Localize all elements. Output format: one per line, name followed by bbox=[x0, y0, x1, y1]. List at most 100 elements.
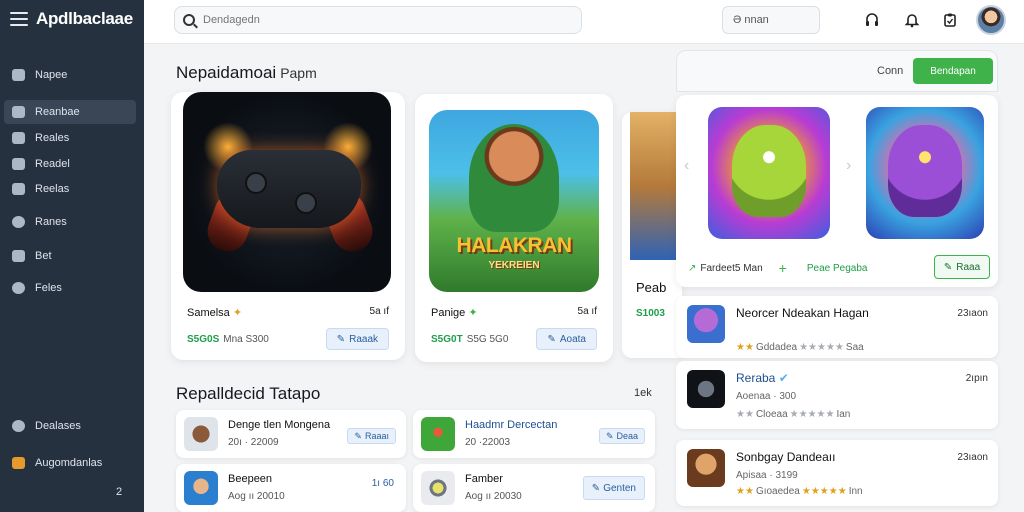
item-action-button[interactable]: ✎ Genten bbox=[582, 476, 645, 500]
settings-icon bbox=[12, 282, 25, 294]
controller-artwork bbox=[183, 92, 391, 292]
item-subtitle: 20ı · 22009 bbox=[228, 437, 279, 448]
item-subtitle: 20 ·22003 bbox=[465, 437, 511, 448]
app-thumbnail bbox=[687, 370, 725, 408]
edit-icon: ✎ bbox=[547, 333, 556, 345]
app-thumbnail bbox=[184, 417, 218, 451]
sidebar-item-label: Reanbae bbox=[35, 106, 80, 118]
item-title: Beepeen bbox=[228, 473, 273, 485]
sidebar-item-puzzle[interactable]: Readel bbox=[4, 152, 136, 176]
item-action-button[interactable]: ✎ Deaa bbox=[598, 428, 645, 444]
purple-monster-artwork[interactable] bbox=[866, 107, 984, 239]
sidebar-item-label: Napee bbox=[35, 69, 68, 81]
list-item[interactable]: Beepeen Aog ıı 20010 1ı 60 bbox=[176, 464, 406, 512]
hamburger-menu-icon[interactable] bbox=[10, 12, 28, 26]
list-item[interactable]: Famber Aog ıı 20030 ✎ Genten bbox=[413, 464, 655, 512]
edit-icon: ✎ bbox=[591, 482, 601, 494]
bell-icon[interactable] bbox=[902, 10, 922, 30]
app-thumbnail bbox=[421, 471, 455, 505]
sidebar-item-label: Bet bbox=[35, 250, 52, 262]
search-input[interactable] bbox=[203, 14, 563, 26]
plus-icon[interactable]: + bbox=[779, 260, 787, 276]
list-item[interactable]: Haadmr Dercectan 20 ·22003 ✎ Deaa bbox=[413, 410, 655, 458]
list-item[interactable]: Denge tlen Mongena 20ı · 22009 ✎ Raaaı bbox=[176, 410, 406, 458]
sidebar-item-grid[interactable]: Reales bbox=[4, 126, 136, 150]
headset-icon[interactable] bbox=[862, 10, 882, 30]
featured-footer: ↗ Fardeet5 Man + Peae Pegaba ✎ Raaa bbox=[688, 255, 990, 279]
sidebar-item-label: Readel bbox=[35, 158, 70, 170]
featured-action-button[interactable]: ✎ Raaa bbox=[934, 255, 990, 279]
app-time: 23ıaon bbox=[957, 452, 988, 463]
game-card[interactable]: HALAKRAN YEKREIEN Panige ✦ 5a ıf S5G0T S5… bbox=[415, 94, 613, 362]
primary-green-button[interactable]: Bendapan bbox=[913, 58, 993, 84]
sidebar-item-label: Ranes bbox=[35, 216, 67, 228]
app-thumbnail bbox=[184, 471, 218, 505]
trophy-icon bbox=[12, 216, 25, 228]
item-action-button[interactable]: ✎ Raaaı bbox=[347, 428, 396, 444]
app-thumbnail bbox=[687, 449, 725, 487]
app-time: 23ıaon bbox=[957, 308, 988, 319]
avatar[interactable] bbox=[976, 5, 1006, 35]
connect-link[interactable]: Conn bbox=[877, 65, 903, 77]
home-icon bbox=[12, 69, 25, 81]
see-all-link[interactable]: 1ek bbox=[634, 387, 652, 399]
item-title: Denge tlen Mongena bbox=[228, 419, 331, 431]
featured-title: Nepaidamoai Papm bbox=[176, 63, 317, 83]
sidebar-item-trophy[interactable]: Ranes bbox=[4, 210, 136, 234]
card-action-button[interactable]: ✎ Aoata bbox=[536, 328, 597, 350]
list-item[interactable]: Sonbgay Dandeaıı 23ıaon Apisaa · 3199 ★★… bbox=[676, 440, 998, 506]
sidebar-item-label: Reales bbox=[35, 132, 70, 144]
sidebar: Apdlbaclaae Napee Reanbae Reales Readel … bbox=[0, 0, 144, 512]
item-subtitle: Aog ıı 20030 bbox=[465, 491, 522, 502]
sidebar-item-label: Reelas bbox=[35, 183, 70, 195]
game-card-partial[interactable]: Peab S1003 bbox=[622, 112, 682, 358]
support-icon bbox=[12, 420, 25, 432]
clipboard-icon[interactable] bbox=[940, 10, 960, 30]
search-icon bbox=[183, 14, 195, 26]
card-action-button[interactable]: ✎ Raaak bbox=[325, 328, 389, 350]
sidebar-item-home[interactable]: Napee bbox=[4, 63, 136, 87]
app-thumbnail bbox=[421, 417, 455, 451]
sidebar-item-label: Augomdanlas bbox=[35, 457, 103, 469]
game-artwork bbox=[630, 112, 682, 260]
sidebar-item-gift[interactable]: Augomdanlas bbox=[4, 451, 136, 475]
search-box[interactable] bbox=[174, 6, 582, 34]
app-title: Neorcer Ndeakan Hagan bbox=[736, 306, 869, 320]
green-monster-artwork[interactable] bbox=[708, 107, 830, 239]
app-subtitle: Apisaa · 3199 bbox=[736, 470, 798, 481]
jungle-game-artwork: HALAKRAN YEKREIEN bbox=[429, 110, 599, 292]
edit-icon: ✎ bbox=[943, 261, 953, 273]
sidebar-item-settings[interactable]: Feles bbox=[4, 276, 136, 300]
featured-title-text: Nepaidamoai bbox=[176, 63, 277, 82]
game-name: Panige ✦ bbox=[431, 307, 478, 319]
grid-icon bbox=[12, 132, 25, 144]
sidebar-item-chart[interactable]: Bet bbox=[4, 244, 136, 268]
app-thumbnail bbox=[687, 305, 725, 343]
list-item[interactable]: Reraba ✔ 2ıpın Aoenaa · 300 ★★ Cloeaa ★★★★… bbox=[676, 361, 998, 429]
library-icon bbox=[12, 106, 25, 118]
sidebar-item-controller[interactable]: Reelas bbox=[4, 177, 136, 201]
sidebar-item-support[interactable]: Dealases bbox=[4, 414, 136, 438]
star-rating: ★★ Gddadea ★★★★★ Saa bbox=[736, 342, 864, 353]
list-item[interactable]: Neorcer Ndeakan Hagan 23ıaon ★★ Gddadea ★★… bbox=[676, 296, 998, 358]
edit-icon: ✎ bbox=[336, 333, 346, 345]
star-rating: ★★ Cloeaa ★★★★★ Ian bbox=[736, 409, 851, 420]
sidebar-item-label: Feles bbox=[35, 282, 62, 294]
secondary-search[interactable]: Ə nnan bbox=[722, 6, 820, 34]
right-panel-header: Conn Bendapan bbox=[676, 50, 998, 92]
featured-plus-label: Peae Pegaba bbox=[806, 262, 868, 274]
game-name: Samelsa ✦ bbox=[187, 307, 243, 319]
list-section-title: Repalldecid Tatapo bbox=[176, 384, 321, 403]
chevron-left-icon[interactable]: ‹ bbox=[684, 157, 689, 175]
sidebar-badge: 2 bbox=[116, 486, 123, 498]
sidebar-item-library[interactable]: Reanbae bbox=[4, 100, 136, 124]
star-rating: ★★ Gıoaedea ★★★★★ Inn bbox=[736, 486, 863, 497]
chevron-right-icon[interactable]: › bbox=[846, 157, 851, 175]
app-name: Apdlbaclaae bbox=[36, 9, 133, 28]
game-rating: 5a ıf bbox=[577, 306, 597, 317]
game-card[interactable]: Samelsa ✦ 5a ıf S5G0S Mna S300 ✎ Raaak bbox=[171, 92, 405, 360]
app-subtitle: Aoenaa · 300 bbox=[736, 391, 797, 402]
game-price: S1003 bbox=[636, 308, 665, 319]
chart-icon bbox=[12, 250, 25, 262]
game-price: S5G0S Mna S300 bbox=[187, 334, 269, 345]
